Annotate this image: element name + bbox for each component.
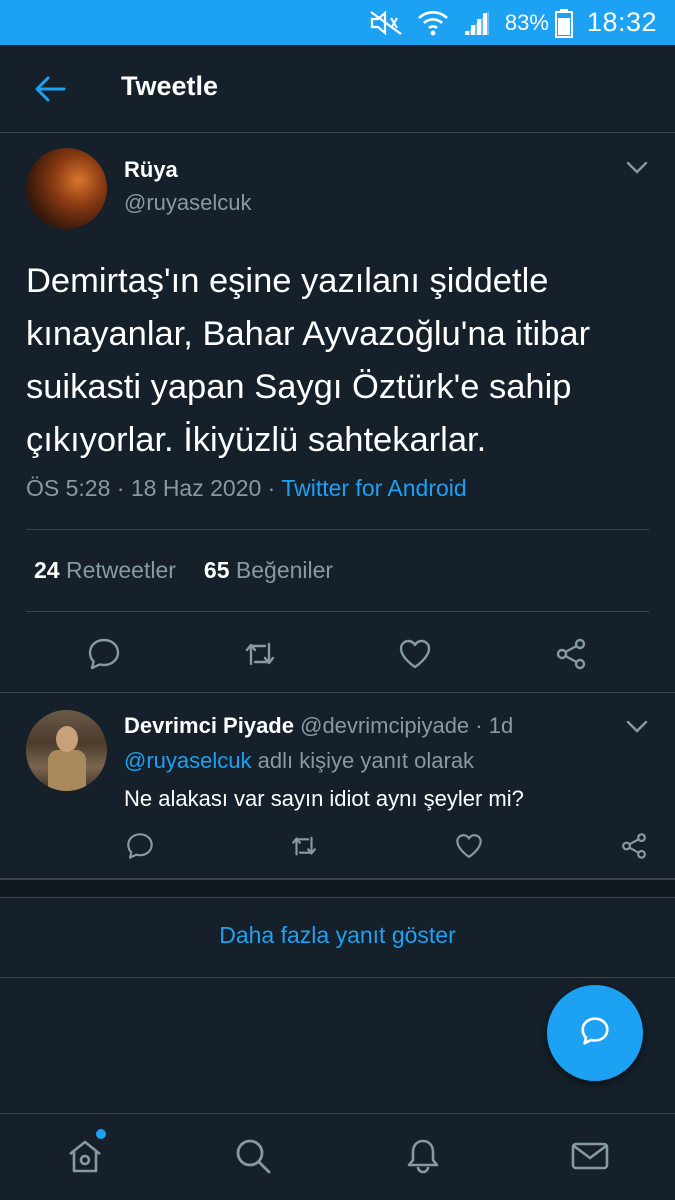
like-icon[interactable] bbox=[397, 636, 433, 672]
chevron-down-icon[interactable] bbox=[626, 720, 648, 734]
notification-dot bbox=[96, 1129, 106, 1139]
retweet-icon[interactable] bbox=[242, 636, 278, 672]
reply-mention-link[interactable]: @ruyaselcuk bbox=[124, 748, 252, 773]
compose-reply-icon bbox=[578, 1014, 612, 1053]
reply-header: Devrimci Piyade @devrimcipiyade · 1d bbox=[124, 713, 513, 739]
replying-to: @ruyaselcuk adlı kişiye yanıt olarak bbox=[124, 748, 474, 774]
meta-separator: · bbox=[469, 713, 489, 738]
author-name[interactable]: Rüya bbox=[124, 157, 178, 183]
reply-author-handle[interactable]: @devrimcipiyade bbox=[300, 713, 469, 738]
divider bbox=[0, 977, 675, 978]
share-icon[interactable] bbox=[553, 636, 589, 672]
likes-label: Beğeniler bbox=[235, 557, 334, 583]
signal-icon bbox=[463, 9, 491, 37]
battery-icon bbox=[554, 8, 573, 38]
notifications-icon[interactable] bbox=[403, 1136, 443, 1176]
back-arrow-icon[interactable] bbox=[34, 75, 66, 103]
divider bbox=[26, 529, 649, 530]
search-icon[interactable] bbox=[233, 1136, 273, 1176]
like-icon[interactable] bbox=[454, 831, 484, 861]
mute-icon bbox=[369, 10, 403, 36]
divider bbox=[0, 692, 675, 693]
share-icon[interactable] bbox=[619, 831, 649, 861]
meta-separator: · bbox=[267, 475, 282, 501]
reply-author-name[interactable]: Devrimci Piyade bbox=[124, 713, 294, 738]
likes-stat[interactable]: 65 Beğeniler bbox=[204, 557, 333, 583]
tweet-source-link[interactable]: Twitter for Android bbox=[281, 475, 466, 501]
home-icon[interactable] bbox=[65, 1136, 105, 1176]
retweet-icon[interactable] bbox=[289, 831, 319, 861]
likes-count: 65 bbox=[203, 557, 230, 583]
tweet-meta: ÖS 5:28 · 18 Haz 2020 · Twitter for Andr… bbox=[26, 475, 467, 502]
reply-icon[interactable] bbox=[125, 831, 155, 861]
tweet-text: Demirtaş'ın eşine yazılanı şiddetle kına… bbox=[26, 262, 591, 459]
page-title: Tweetle bbox=[121, 71, 219, 101]
reply-author-avatar[interactable] bbox=[26, 710, 107, 791]
meta-separator: · bbox=[116, 475, 131, 501]
battery-percent: 83% bbox=[504, 9, 549, 35]
author-avatar[interactable] bbox=[26, 148, 107, 229]
header: Tweetle bbox=[0, 45, 675, 133]
compose-reply-button[interactable] bbox=[547, 985, 643, 1081]
tweet-date: 18 Haz 2020 bbox=[130, 475, 262, 501]
reply-text: Ne alakası var sayın idiot aynı şeyler m… bbox=[124, 786, 524, 811]
show-more-replies-link[interactable]: Daha fazla yanıt göster bbox=[0, 922, 675, 949]
retweets-count: 24 bbox=[34, 557, 60, 583]
retweets-stat[interactable]: 24 Retweetler bbox=[34, 557, 176, 583]
author-handle[interactable]: @ruyaselcuk bbox=[124, 190, 252, 216]
bottom-nav bbox=[0, 1113, 675, 1200]
wifi-icon bbox=[417, 9, 449, 37]
messages-icon[interactable] bbox=[570, 1136, 610, 1176]
status-bar: 83% 18:32 bbox=[0, 0, 675, 45]
reply-suffix: adlı kişiye yanıt olarak bbox=[257, 748, 475, 773]
section-gap bbox=[0, 878, 675, 898]
reply-age: 1d bbox=[488, 713, 514, 738]
divider bbox=[26, 611, 649, 612]
tweet-stats: 24 Retweetler 65 Beğeniler bbox=[34, 557, 333, 584]
clock: 18:32 bbox=[586, 7, 657, 37]
retweets-label: Retweetler bbox=[65, 557, 176, 583]
tweet-time: ÖS 5:28 bbox=[26, 475, 111, 501]
reply-icon[interactable] bbox=[86, 636, 122, 672]
chevron-down-icon[interactable] bbox=[626, 161, 648, 175]
